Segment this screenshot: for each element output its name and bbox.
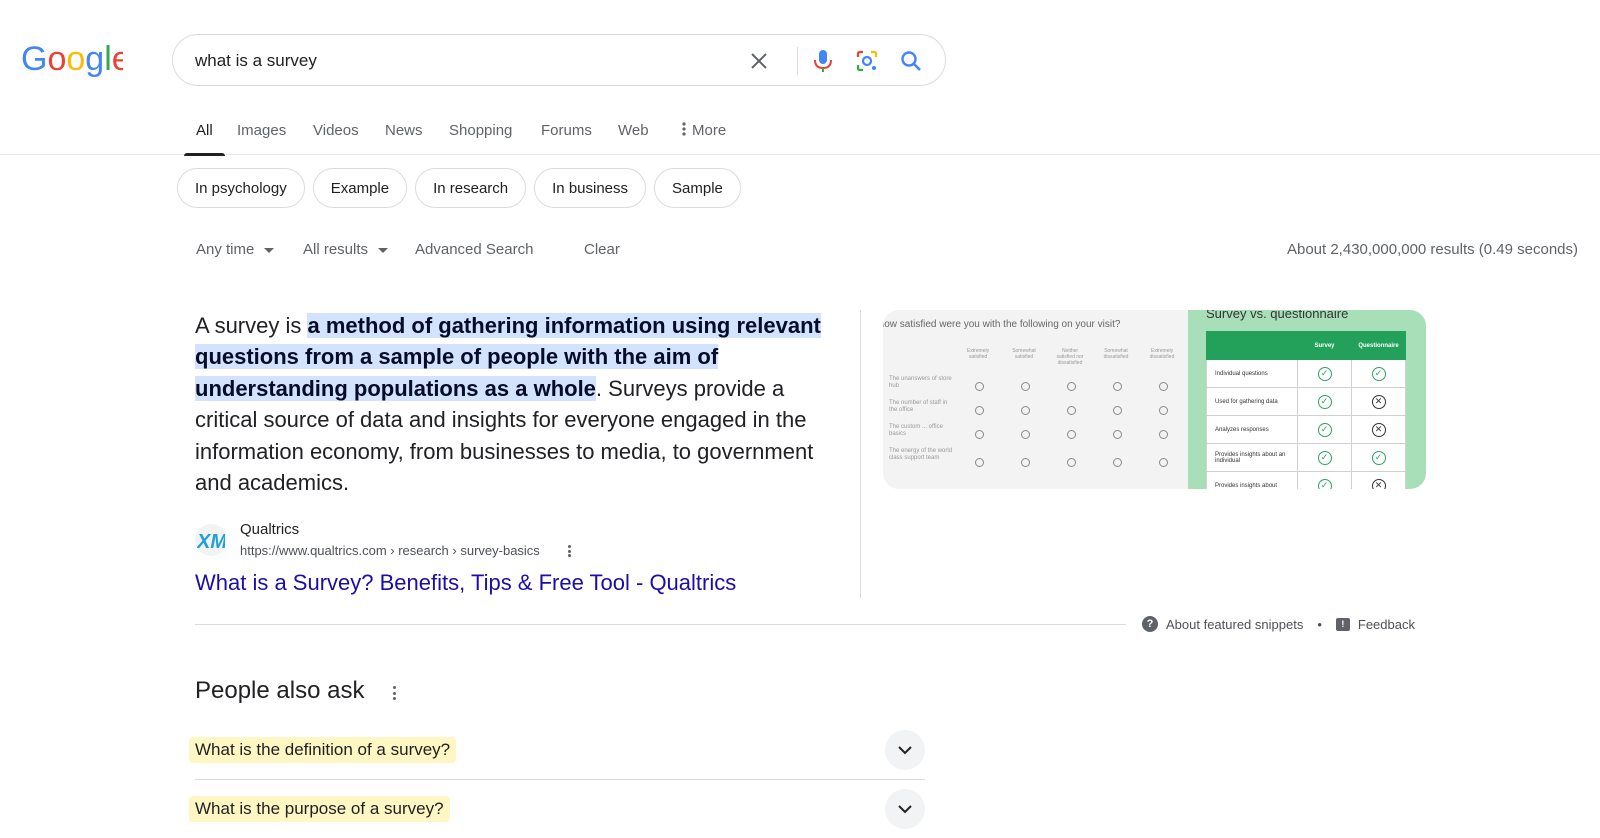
- more-options-icon[interactable]: [563, 543, 575, 559]
- check-icon: ✓: [1317, 422, 1332, 437]
- advanced-search-link[interactable]: Advanced Search: [415, 241, 533, 258]
- caret-down-icon: [378, 247, 389, 253]
- table-header: Survey: [1297, 331, 1352, 360]
- chip-in-psychology[interactable]: In psychology: [177, 168, 305, 208]
- paa-question[interactable]: What is the purpose of a survey?: [189, 796, 450, 822]
- source-url[interactable]: https://www.qualtrics.com › research › s…: [240, 543, 540, 558]
- check-icon: ✓: [1371, 450, 1386, 465]
- tab-more-label: More: [692, 122, 727, 139]
- check-icon: ✓: [1317, 366, 1332, 381]
- search-box[interactable]: what is a survey: [172, 34, 946, 86]
- image1-col-header: Extremely satisfied: [966, 348, 990, 360]
- result-stats: About 2,430,000,000 results (0.49 second…: [1286, 241, 1578, 258]
- tab-more[interactable]: More: [682, 122, 726, 155]
- table-row-label: Provides insights about an individual: [1206, 443, 1298, 472]
- tab-all[interactable]: All: [184, 122, 225, 156]
- image2-caption: Survey vs. questionnaire: [1206, 310, 1349, 321]
- tab-shopping[interactable]: Shopping: [449, 122, 512, 155]
- all-results-dropdown[interactable]: All results: [303, 241, 389, 258]
- cross-icon: ✕: [1371, 478, 1386, 489]
- snippet-images[interactable]: How satisfied were you with the followin…: [883, 310, 1426, 489]
- any-time-label: Any time: [196, 241, 255, 258]
- feedback-icon: !: [1335, 617, 1350, 631]
- image1-row-label: The number of staff in the office: [889, 400, 948, 413]
- snippet-footer-divider: [195, 624, 1126, 625]
- help-icon: ?: [1142, 616, 1158, 632]
- check-icon: ✓: [1317, 450, 1332, 465]
- chevron-down-icon[interactable]: [885, 789, 925, 829]
- tab-images[interactable]: Images: [237, 122, 286, 155]
- search-tabs: All Images Videos News Shopping Forums W…: [0, 110, 1600, 156]
- clear-link[interactable]: Clear: [584, 241, 620, 258]
- paa-question-row[interactable]: What is the definition of a survey?: [189, 722, 925, 780]
- all-results-label: All results: [303, 241, 369, 258]
- image1-row-label: The unanswers of store hub: [889, 376, 952, 389]
- source-name[interactable]: Qualtrics: [240, 521, 299, 538]
- about-featured-snippets-link[interactable]: About featured snippets: [1166, 617, 1303, 632]
- clear-icon[interactable]: [745, 47, 773, 75]
- cross-icon: ✕: [1371, 422, 1386, 437]
- snippet-text-before: A survey is: [195, 313, 308, 338]
- check-icon: ✓: [1317, 394, 1332, 409]
- image1-row-label: The energy of the world class support te…: [889, 448, 953, 461]
- google-logo[interactable]: Google: [21, 40, 131, 78]
- comparison-table: Survey Questionnaire Individual question…: [1206, 331, 1406, 489]
- chevron-down-icon[interactable]: [885, 730, 925, 770]
- image1-col-header: Extremely dissatisfied: [1149, 348, 1175, 360]
- svg-text:XM: XM: [197, 531, 225, 551]
- image1-row-label: The custom ... office basics: [889, 424, 943, 437]
- image1-col-header: Somewhat satisfied: [1012, 348, 1036, 360]
- image1-col-header: Somewhat dissatisfied: [1103, 348, 1129, 360]
- tab-news[interactable]: News: [385, 122, 423, 155]
- chip-in-research[interactable]: In research: [415, 168, 527, 208]
- chip-example[interactable]: Example: [312, 168, 408, 208]
- feedback-link[interactable]: Feedback: [1358, 617, 1415, 632]
- more-dots-icon: [682, 122, 686, 140]
- check-icon: ✓: [1371, 366, 1386, 381]
- refinement-chips: In psychology Example In research In bus…: [177, 168, 741, 208]
- microphone-icon[interactable]: [809, 47, 837, 75]
- table-header: Questionnaire: [1351, 331, 1406, 360]
- qualtrics-favicon[interactable]: XM: [195, 524, 227, 556]
- table-row-label: Used for gathering data: [1206, 387, 1298, 416]
- lens-icon[interactable]: [853, 47, 881, 75]
- table-row-label: Analyzes responses: [1206, 415, 1298, 444]
- satisfaction-survey-image[interactable]: How satisfied were you with the followin…: [883, 310, 1188, 489]
- any-time-dropdown[interactable]: Any time: [196, 241, 275, 258]
- svg-text:Google: Google: [21, 42, 123, 78]
- tab-web[interactable]: Web: [618, 122, 649, 155]
- tab-videos[interactable]: Videos: [313, 122, 359, 155]
- chip-in-business[interactable]: In business: [534, 168, 647, 208]
- paa-question-row[interactable]: What is the purpose of a survey?: [189, 781, 925, 838]
- cross-icon: ✕: [1371, 394, 1386, 409]
- check-icon: ✓: [1317, 478, 1332, 489]
- table-header: [1206, 331, 1298, 360]
- caret-down-icon: [264, 247, 275, 253]
- tab-forums[interactable]: Forums: [541, 122, 592, 155]
- snippet-footer: ? About featured snippets • ! Feedback: [1142, 616, 1415, 632]
- chip-sample[interactable]: Sample: [654, 168, 741, 208]
- search-divider: [797, 47, 798, 75]
- more-options-icon[interactable]: [390, 684, 398, 702]
- paa-question[interactable]: What is the definition of a survey?: [189, 737, 457, 763]
- survey-vs-questionnaire-image[interactable]: Survey vs. questionnaire Survey Question…: [1188, 310, 1426, 489]
- snippet-divider: [860, 310, 861, 598]
- footer-separator: •: [1317, 616, 1322, 632]
- image1-caption: How satisfied were you with the followin…: [883, 319, 1121, 330]
- search-icon[interactable]: [897, 47, 925, 75]
- table-row-label: Individual questions: [1206, 359, 1298, 388]
- image1-col-header: Neither satisfied nor dissatisfied: [1056, 348, 1084, 366]
- people-also-ask-title: People also ask: [195, 677, 365, 704]
- table-row-label: Provides insights about: [1206, 471, 1298, 489]
- featured-snippet-text: A survey is a method of gathering inform…: [195, 310, 835, 498]
- search-input[interactable]: what is a survey: [195, 51, 317, 71]
- result-title-link[interactable]: What is a Survey? Benefits, Tips & Free …: [195, 570, 736, 596]
